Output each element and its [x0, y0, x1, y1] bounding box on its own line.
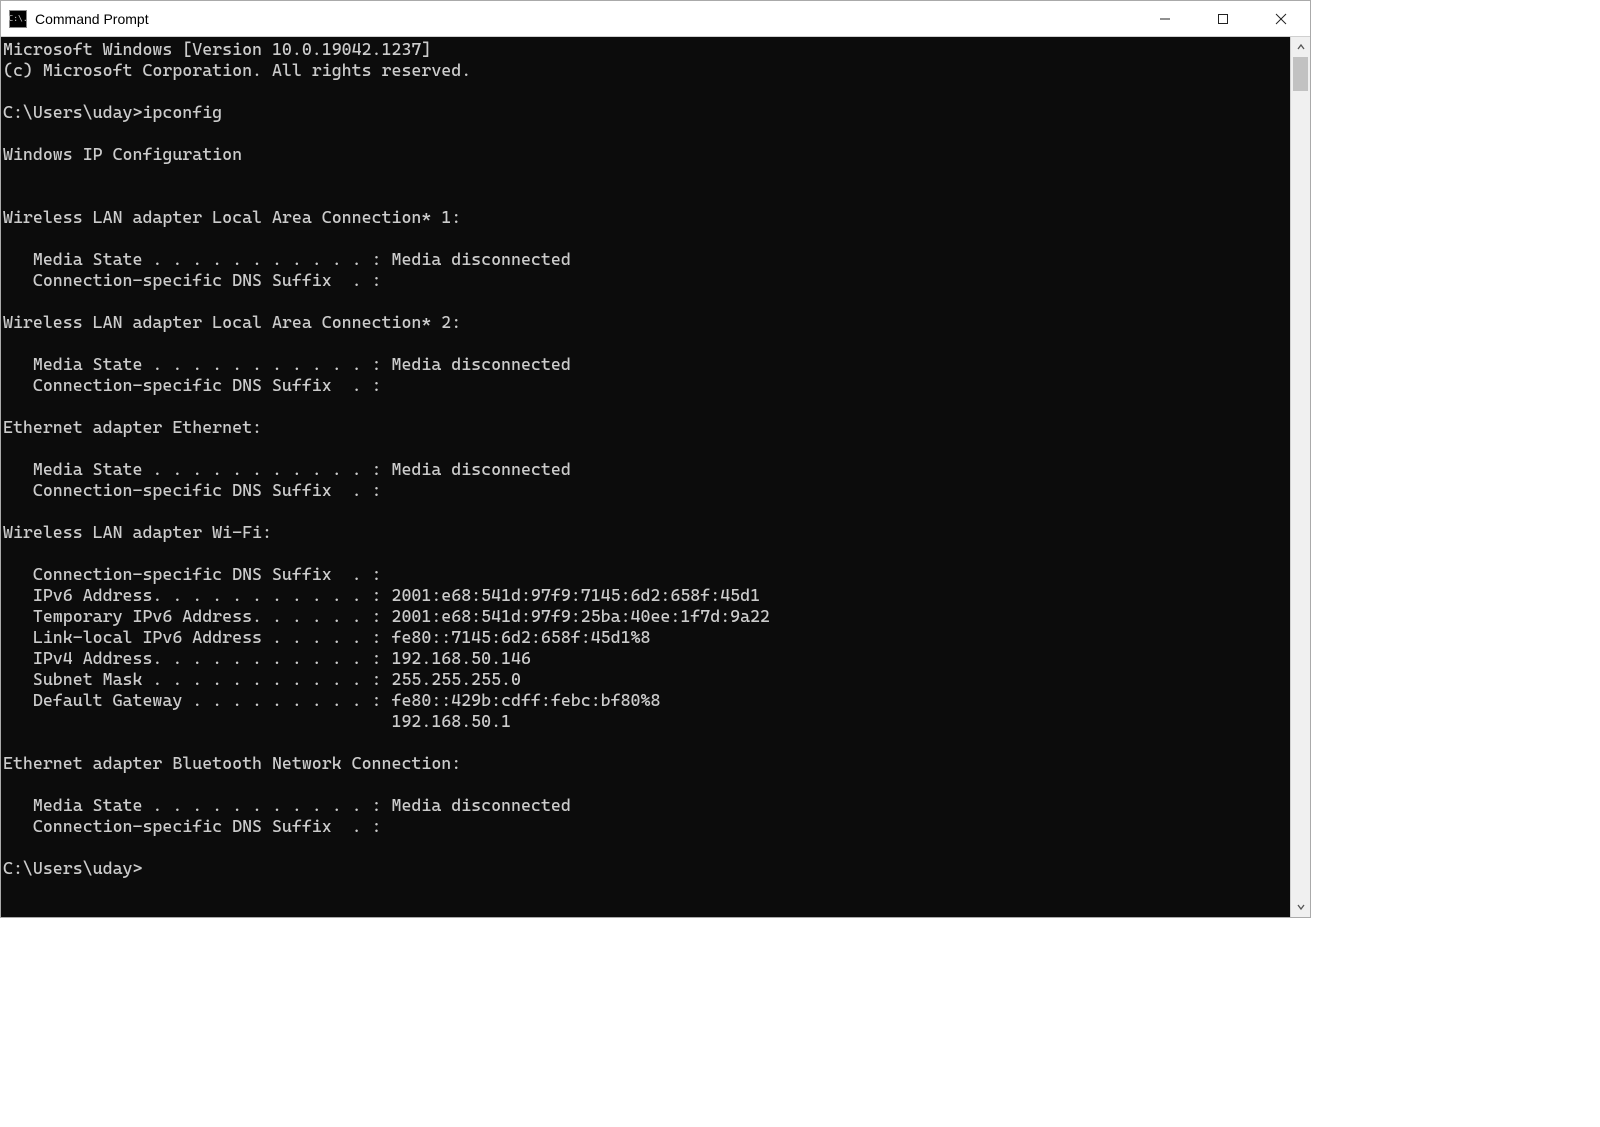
command-prompt-window: C:\. Command Prompt Microsoft Windows [V… — [0, 0, 1311, 918]
scroll-track[interactable] — [1291, 57, 1310, 897]
terminal-output[interactable]: Microsoft Windows [Version 10.0.19042.12… — [1, 37, 1290, 917]
scroll-thumb[interactable] — [1293, 57, 1308, 91]
close-icon — [1275, 13, 1287, 25]
content-area: Microsoft Windows [Version 10.0.19042.12… — [1, 37, 1310, 917]
window-title: Command Prompt — [35, 11, 149, 27]
maximize-icon — [1217, 13, 1229, 25]
minimize-button[interactable] — [1136, 1, 1194, 36]
scroll-down-arrow-icon[interactable] — [1291, 897, 1310, 917]
window-controls — [1136, 1, 1310, 36]
scroll-up-arrow-icon[interactable] — [1291, 37, 1310, 57]
cmd-icon-text: C:\. — [8, 15, 27, 23]
close-button[interactable] — [1252, 1, 1310, 36]
titlebar[interactable]: C:\. Command Prompt — [1, 1, 1310, 37]
maximize-button[interactable] — [1194, 1, 1252, 36]
minimize-icon — [1159, 13, 1171, 25]
vertical-scrollbar[interactable] — [1290, 37, 1310, 917]
cmd-icon: C:\. — [9, 10, 27, 28]
